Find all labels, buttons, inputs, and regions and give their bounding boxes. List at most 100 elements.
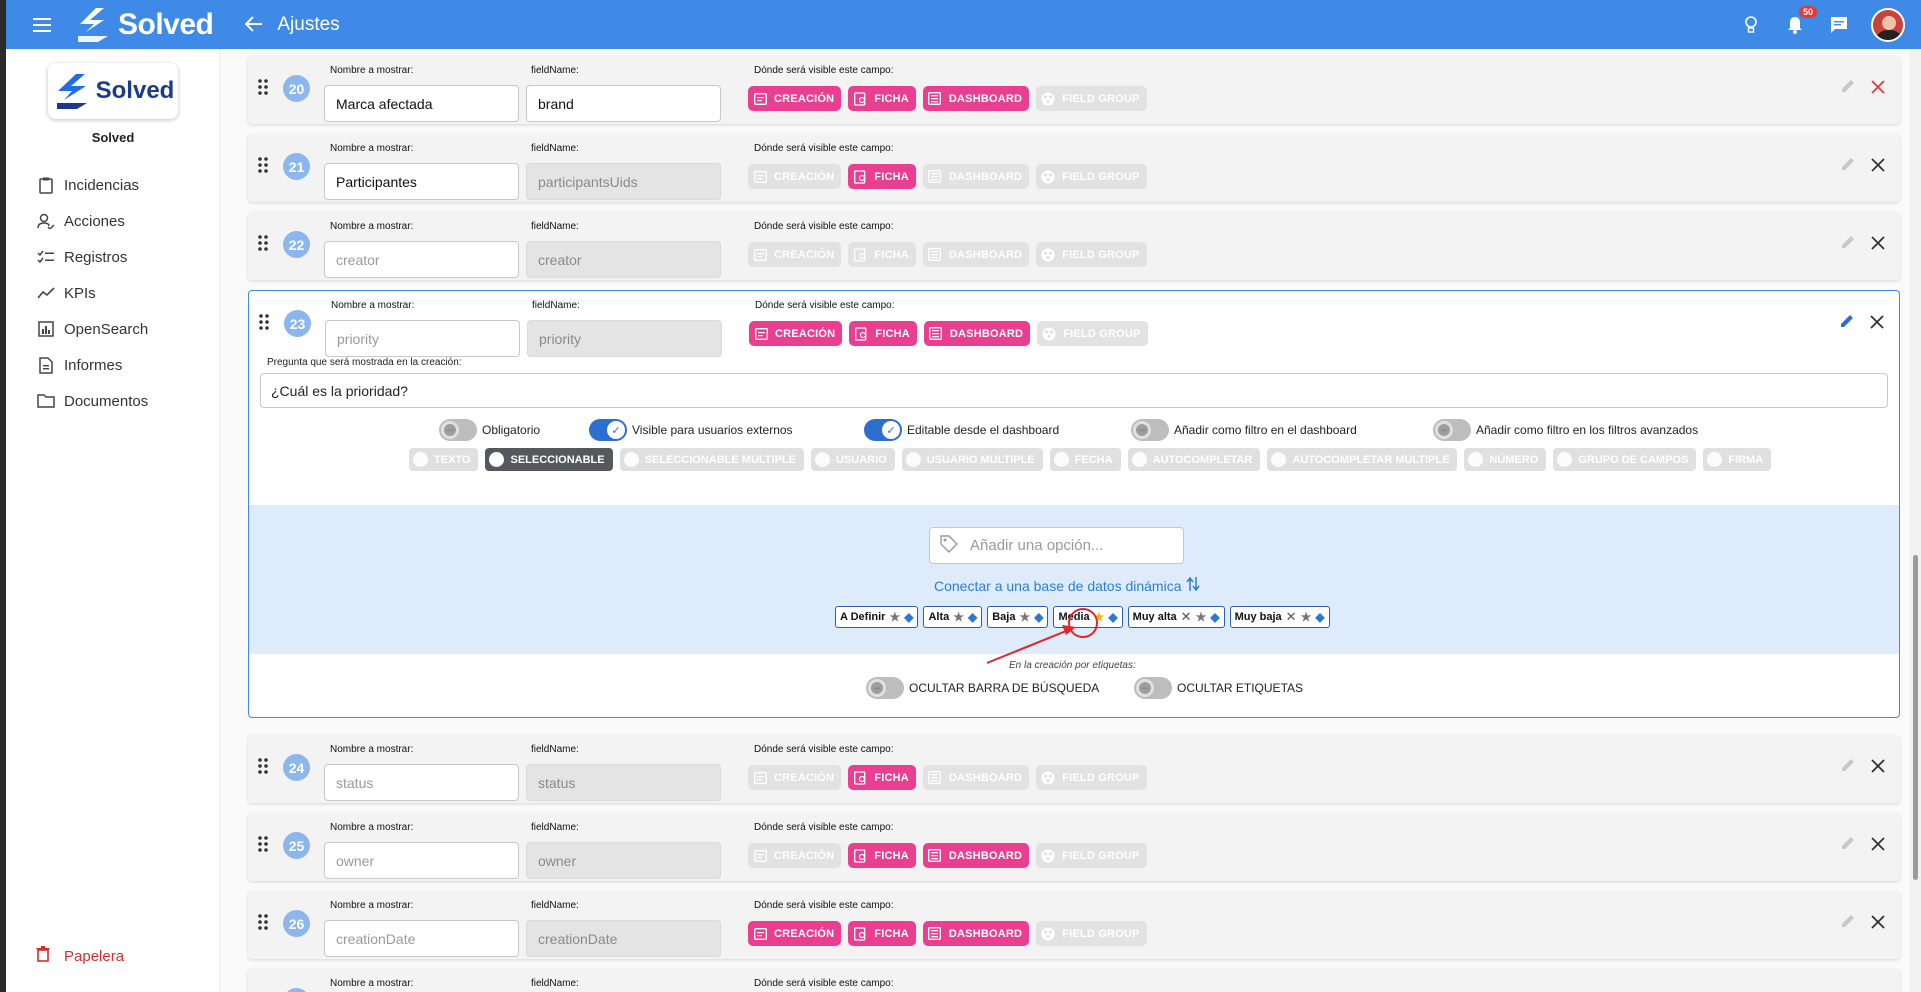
drag-handle-icon[interactable]: [258, 757, 272, 777]
toggle-switch[interactable]: ✓: [589, 419, 627, 441]
sidebar-item-kpis[interactable]: KPIs: [36, 275, 148, 311]
brand-logo[interactable]: Solved: [74, 6, 214, 44]
display-name-input[interactable]: status: [324, 764, 519, 801]
display-name-input[interactable]: priority: [325, 320, 520, 357]
drag-handle-icon[interactable]: [258, 913, 272, 933]
option-chip[interactable]: Muy baja ✕ ★ ◆: [1229, 606, 1330, 628]
tag-icon[interactable]: ◆: [968, 610, 977, 624]
chip-dashboard[interactable]: DASHBOARD: [922, 843, 1030, 868]
chip-fieldgroup[interactable]: FIELD GROUP: [1037, 321, 1148, 346]
field-row[interactable]: 26 Nombre a mostrar: fieldName: Dónde será …: [248, 891, 1900, 959]
chip-ficha[interactable]: FICHA: [848, 843, 916, 868]
toggle-option[interactable]: ✓ Visible para usuarios externos: [589, 419, 793, 441]
option-chip[interactable]: Muy alta ✕ ★ ◆: [1127, 606, 1225, 628]
tag-icon[interactable]: ◆: [1108, 610, 1117, 624]
edit-pencil-icon[interactable]: [1840, 757, 1858, 775]
field-type-option[interactable]: USUARIO MULTIPLE: [901, 448, 1043, 471]
chip-ficha[interactable]: FICHA: [848, 86, 916, 111]
field-type-option[interactable]: GRUPO DE CAMPOS: [1553, 448, 1697, 471]
edit-pencil-icon[interactable]: [1839, 313, 1857, 331]
drag-handle-icon[interactable]: [259, 313, 273, 333]
default-star-icon[interactable]: ★: [1196, 610, 1207, 624]
field-row[interactable]: 21 Nombre a mostrar: fieldName: Dónde será …: [248, 134, 1900, 202]
chip-fieldgroup[interactable]: FIELD GROUP: [1036, 921, 1147, 946]
chip-fieldgroup[interactable]: FIELD GROUP: [1036, 843, 1147, 868]
field-type-option[interactable]: FIRMA: [1703, 448, 1772, 471]
field-type-option[interactable]: SELECCIONABLE: [485, 448, 613, 471]
delete-field-close-icon[interactable]: [1868, 912, 1888, 932]
chip-creacion[interactable]: CREACIÓN: [748, 921, 842, 946]
sidebar-item-documentos[interactable]: Documentos: [36, 383, 148, 419]
default-star-icon[interactable]: ★: [953, 610, 964, 624]
display-name-input[interactable]: Participantes: [324, 163, 519, 200]
display-name-input[interactable]: creator: [324, 241, 519, 278]
option-chip[interactable]: Media ★ ◆: [1053, 606, 1123, 628]
delete-field-close-icon[interactable]: [1867, 312, 1887, 332]
connect-dynamic-db-link[interactable]: Conectar a una base de datos dinámica: [934, 576, 1200, 595]
toggle-option[interactable]: – Añadir como filtro en los filtros avanz…: [1433, 419, 1698, 441]
sidebar-item-incidencias[interactable]: Incidencias: [36, 167, 148, 203]
toggle-option[interactable]: – Añadir como filtro en el dashboard: [1131, 419, 1357, 441]
chip-creacion[interactable]: CREACIÓN: [748, 765, 842, 790]
option-chip[interactable]: A Definir ★ ◆: [835, 606, 919, 628]
chip-ficha[interactable]: FICHA: [848, 765, 916, 790]
sidebar-item-papelera[interactable]: Papelera: [36, 946, 124, 966]
user-avatar[interactable]: [1871, 7, 1905, 42]
toggle-switch[interactable]: –: [1134, 677, 1172, 699]
delete-field-close-icon[interactable]: [1868, 155, 1888, 175]
sidebar-item-informes[interactable]: Informes: [36, 347, 148, 383]
chip-ficha[interactable]: FICHA: [848, 242, 916, 267]
toggle-hide-search[interactable]: – OCULTAR BARRA DE BÚSQUEDA: [866, 677, 1099, 699]
chip-ficha[interactable]: FICHA: [848, 164, 916, 189]
display-name-input[interactable]: creationDate: [324, 920, 519, 957]
remove-option-close-icon[interactable]: ✕: [1286, 609, 1297, 625]
delete-field-close-icon[interactable]: [1868, 756, 1888, 776]
edit-pencil-icon[interactable]: [1840, 234, 1858, 252]
toggle-option[interactable]: ✓ Editable desde el dashboard: [864, 419, 1059, 441]
notifications-bell-icon[interactable]: 50: [1783, 5, 1817, 37]
remove-option-close-icon[interactable]: ✕: [1181, 609, 1192, 625]
toggle-switch[interactable]: –: [866, 677, 904, 699]
chip-dashboard[interactable]: DASHBOARD: [922, 86, 1030, 111]
toggle-hide-tags[interactable]: – OCULTAR ETIQUETAS: [1134, 677, 1303, 699]
chip-dashboard[interactable]: DASHBOARD: [923, 321, 1031, 346]
drag-handle-icon[interactable]: [258, 835, 272, 855]
field-type-option[interactable]: NÚMERO: [1464, 448, 1547, 471]
chip-creacion[interactable]: CREACIÓN: [748, 843, 842, 868]
edit-pencil-icon[interactable]: [1840, 835, 1858, 853]
chat-icon[interactable]: [1827, 13, 1851, 37]
chip-dashboard[interactable]: DASHBOARD: [922, 164, 1030, 189]
scrollbar-thumb[interactable]: [1913, 555, 1918, 880]
field-row[interactable]: 25 Nombre a mostrar: fieldName: Dónde será …: [248, 813, 1900, 881]
sidebar-item-opensearch[interactable]: OpenSearch: [36, 311, 148, 347]
hamburger-menu-icon[interactable]: [22, 5, 62, 45]
chip-fieldgroup[interactable]: FIELD GROUP: [1036, 765, 1147, 790]
drag-handle-icon[interactable]: [258, 234, 272, 254]
chip-ficha[interactable]: FICHA: [848, 921, 916, 946]
chip-dashboard[interactable]: DASHBOARD: [922, 921, 1030, 946]
lightbulb-icon[interactable]: [1739, 13, 1763, 37]
chip-creacion[interactable]: CREACIÓN: [749, 321, 843, 346]
option-chip[interactable]: Baja ★ ◆: [987, 606, 1049, 628]
toggle-switch[interactable]: –: [1131, 419, 1169, 441]
toggle-switch[interactable]: –: [439, 419, 477, 441]
chip-creacion[interactable]: CREACIÓN: [748, 86, 842, 111]
question-input[interactable]: ¿Cuál es la prioridad?: [260, 373, 1888, 408]
toggle-switch[interactable]: ✓: [864, 419, 902, 441]
field-type-option[interactable]: FECHA: [1049, 448, 1121, 471]
tag-icon[interactable]: ◆: [1210, 610, 1219, 624]
edit-pencil-icon[interactable]: [1840, 156, 1858, 174]
main-scrollbar[interactable]: [1910, 49, 1921, 992]
field-row[interactable]: 22 Nombre a mostrar: fieldName: Dónde será …: [248, 212, 1900, 280]
sidebar-item-registros[interactable]: Registros: [36, 239, 148, 275]
fieldname-input[interactable]: brand: [526, 85, 721, 122]
display-name-input[interactable]: Marca afectada: [324, 85, 519, 122]
edit-pencil-icon[interactable]: [1840, 78, 1858, 96]
drag-handle-icon[interactable]: [258, 78, 272, 98]
tag-icon[interactable]: ◆: [1315, 610, 1324, 624]
field-row[interactable]: 24 Nombre a mostrar: fieldName: Dónde será …: [248, 735, 1900, 803]
field-type-option[interactable]: AUTOCOMPLETAR MULTIPLE: [1267, 448, 1458, 471]
drag-handle-icon[interactable]: [258, 156, 272, 176]
chip-dashboard[interactable]: DASHBOARD: [922, 242, 1030, 267]
field-row[interactable]: 23 Nombre a mostrar: fieldName: Dónde será …: [248, 290, 1900, 718]
